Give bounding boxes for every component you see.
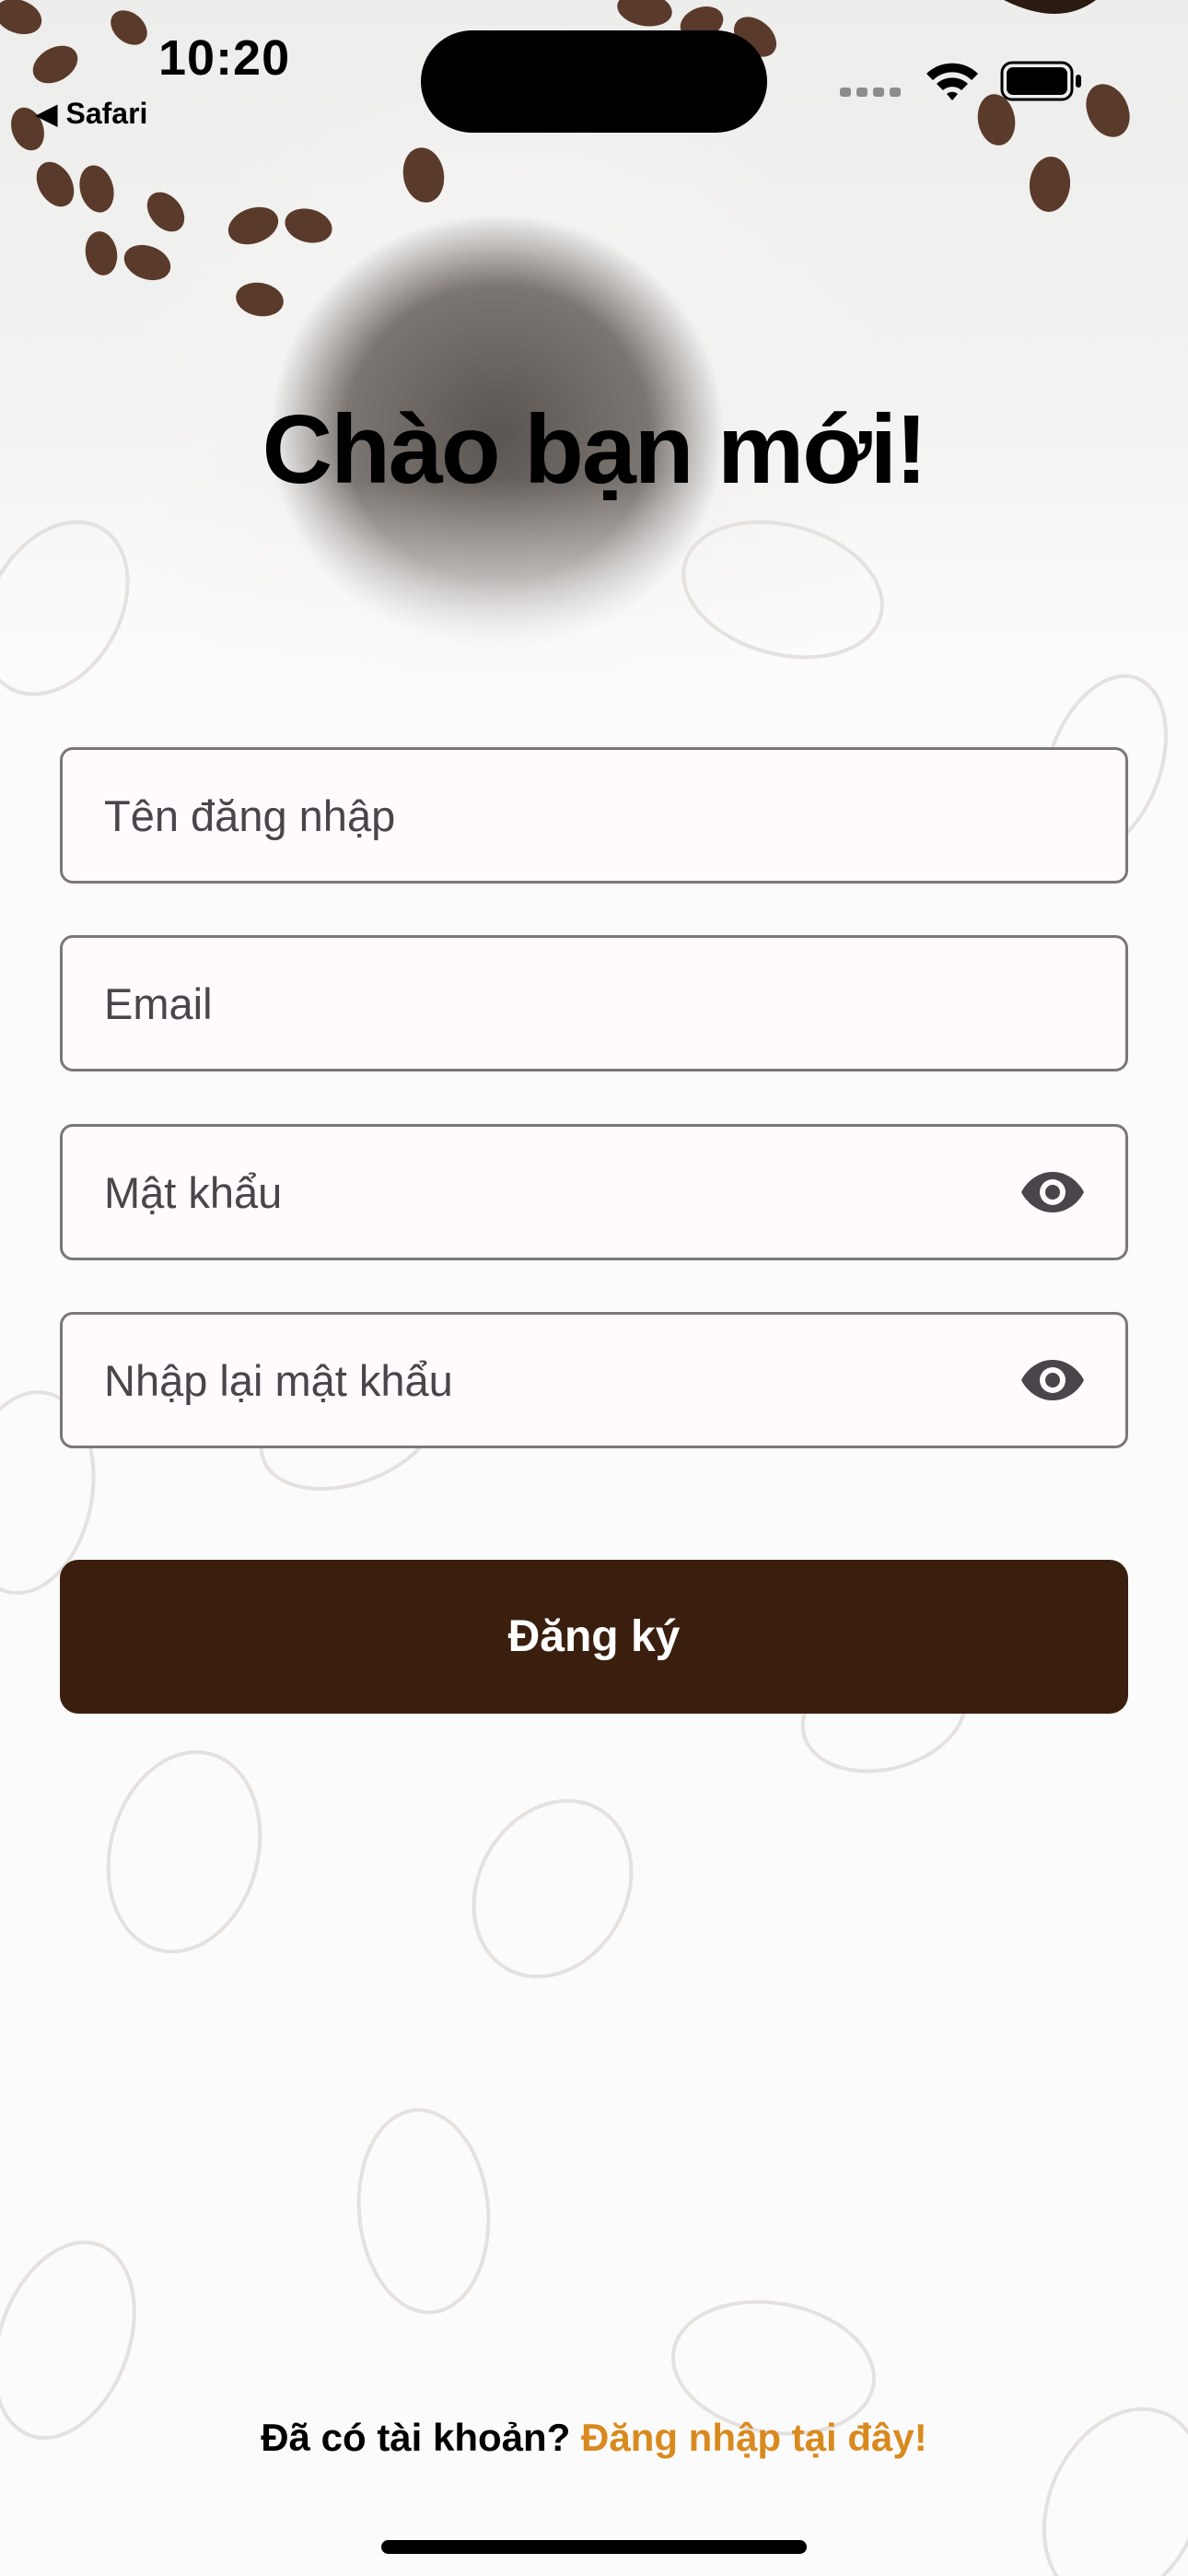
register-button[interactable]: Đăng ký bbox=[60, 1560, 1128, 1714]
password-field[interactable] bbox=[60, 1124, 1128, 1260]
email-input[interactable] bbox=[104, 938, 1025, 1069]
eye-icon[interactable] bbox=[1020, 1170, 1085, 1214]
login-prompt-text: Đã có tài khoản? bbox=[261, 2416, 582, 2459]
email-field[interactable] bbox=[60, 935, 1128, 1071]
status-time: 10:20 bbox=[158, 30, 291, 86]
page-title: Chào bạn mới! bbox=[262, 395, 928, 504]
wifi-icon bbox=[926, 63, 978, 100]
username-field[interactable] bbox=[60, 747, 1128, 884]
password-input[interactable] bbox=[104, 1127, 988, 1258]
login-link[interactable]: Đăng nhập tại đây! bbox=[581, 2416, 927, 2459]
dynamic-island bbox=[421, 30, 767, 133]
signal-icon bbox=[840, 88, 901, 97]
confirm-password-field[interactable] bbox=[60, 1312, 1128, 1448]
home-indicator[interactable] bbox=[381, 2540, 807, 2554]
back-to-safari-link[interactable]: ◀ Safari bbox=[35, 96, 147, 131]
eye-icon[interactable] bbox=[1020, 1358, 1085, 1402]
background-image bbox=[0, 0, 1188, 2576]
battery-icon bbox=[1000, 61, 1081, 101]
confirm-password-input[interactable] bbox=[104, 1315, 988, 1446]
username-input[interactable] bbox=[104, 750, 1025, 881]
login-prompt: Đã có tài khoản? Đăng nhập tại đây! bbox=[0, 2416, 1188, 2460]
